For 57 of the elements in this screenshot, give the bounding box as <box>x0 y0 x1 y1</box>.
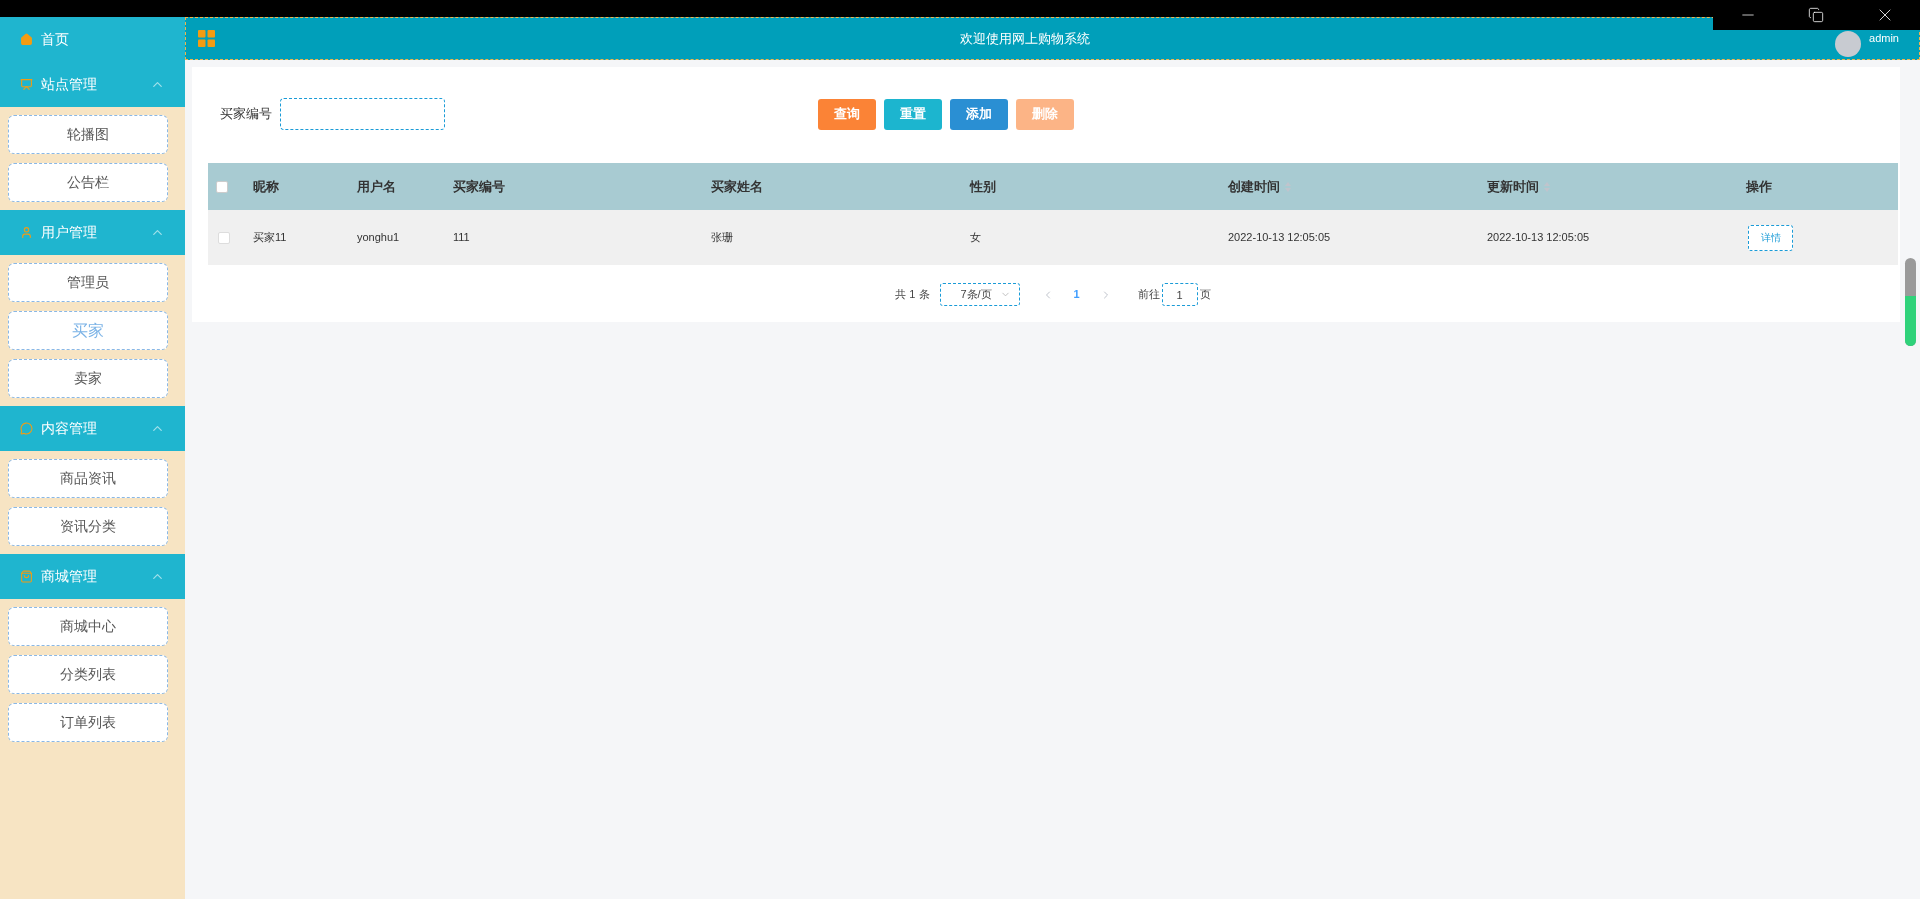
avatar[interactable] <box>1835 31 1862 57</box>
page-suffix: 页 <box>1199 287 1211 303</box>
table-cell: yonghu1 <box>357 231 400 244</box>
easel-icon <box>20 78 33 91</box>
input-field[interactable] <box>280 98 445 130</box>
home-icon <box>20 33 33 46</box>
sort-icon[interactable] <box>1284 180 1292 193</box>
sidebar-item[interactable]: 轮播图 <box>8 115 168 154</box>
column-header: 操作 <box>1746 177 1772 196</box>
person-icon <box>20 226 33 239</box>
sidebar-item[interactable]: 订单列表 <box>8 703 168 742</box>
sidebar-item[interactable]: 公告栏 <box>8 163 168 202</box>
sidebar-item[interactable]: 资讯分类 <box>8 507 168 546</box>
table-cell: 2022-10-13 12:05:05 <box>1228 231 1331 244</box>
action-button[interactable]: 添加 <box>950 98 1008 130</box>
column-header: 更新时间 <box>1487 177 1539 196</box>
table-cell: 111 <box>453 231 470 244</box>
page-size-select[interactable]: 7条/页 <box>939 283 1020 306</box>
table-cell: 买家11 <box>253 231 287 244</box>
menu-group-header[interactable]: 站点管理 <box>0 62 185 107</box>
row-checkbox[interactable] <box>218 231 230 244</box>
table-cell: 张珊 <box>711 231 733 244</box>
column-header: 创建时间 <box>1228 177 1280 196</box>
header-title: 欢迎使用网上购物系统 <box>959 29 1091 48</box>
column-header: 买家姓名 <box>711 177 763 196</box>
menu-group-header[interactable]: 用户管理 <box>0 210 185 255</box>
scrollbar[interactable] <box>1905 258 1916 346</box>
page-input[interactable]: 1 <box>1161 283 1198 306</box>
user-name[interactable]: admin <box>1869 30 1899 47</box>
sidebar-item[interactable]: 商品资讯 <box>8 459 168 498</box>
sidebar-item[interactable]: 管理员 <box>8 263 168 302</box>
sidebar-item[interactable]: 卖家 <box>8 359 168 398</box>
chat-icon <box>20 422 33 435</box>
restore-icon[interactable] <box>1807 7 1824 23</box>
sidebar-item[interactable]: 买家 <box>8 311 168 350</box>
table-cell: 2022-10-13 12:05:05 <box>1487 231 1590 244</box>
menu-group-header[interactable]: 内容管理 <box>0 406 185 451</box>
column-header: 昵称 <box>253 177 279 196</box>
sort-icon[interactable] <box>1543 180 1551 193</box>
action-button[interactable]: 重置 <box>884 98 942 130</box>
sidebar-item[interactable]: 首页 <box>0 17 185 62</box>
sidebar-item[interactable]: 分类列表 <box>8 655 168 694</box>
grid-icon[interactable] <box>198 30 215 47</box>
field-label: 买家编号 <box>220 105 272 124</box>
details-button[interactable]: 详情 <box>1748 224 1793 251</box>
column-header: 买家编号 <box>453 177 505 196</box>
select-all-checkbox[interactable] <box>216 180 228 193</box>
column-header: 性别 <box>970 177 996 196</box>
menu-group-header[interactable]: 商城管理 <box>0 554 185 599</box>
sidebar-item[interactable]: 商城中心 <box>8 607 168 646</box>
total-count: 共 1 条 <box>895 287 930 303</box>
table-cell: 女 <box>970 231 981 244</box>
bag-icon <box>20 570 33 583</box>
page-number[interactable]: 1 <box>1063 286 1090 303</box>
action-button[interactable]: 查询 <box>818 98 876 130</box>
goto-label: 前往 <box>1137 287 1160 303</box>
column-header: 用户名 <box>357 177 396 196</box>
